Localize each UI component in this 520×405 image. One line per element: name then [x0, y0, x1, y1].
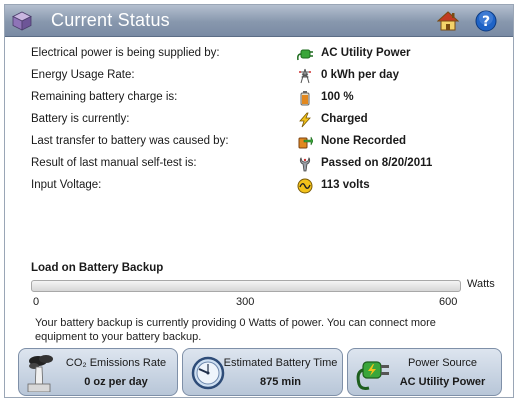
- status-value: 100 %: [321, 91, 354, 103]
- load-title: Load on Battery Backup: [31, 262, 164, 274]
- lightning-icon: [299, 112, 311, 128]
- home-icon[interactable]: [437, 10, 459, 32]
- load-tick-max: 600: [439, 296, 458, 308]
- load-tick-min: 0: [33, 296, 40, 308]
- load-unit: Watts: [467, 278, 495, 290]
- plug-icon: [297, 49, 313, 61]
- voltage-icon: [297, 178, 313, 194]
- status-value: Charged: [321, 113, 368, 125]
- co2-emissions-card[interactable]: CO₂ Emissions Rate 0 oz per day: [18, 348, 178, 396]
- status-label: Input Voltage:: [31, 179, 102, 191]
- power-source-card[interactable]: Power Source AC Utility Power: [347, 348, 502, 396]
- card-title: Estimated Battery Time: [223, 357, 338, 369]
- card-title: CO₂ Emissions Rate: [65, 357, 167, 369]
- status-label: Electrical power is being supplied by:: [31, 47, 220, 59]
- load-tick-mid: 300: [236, 296, 255, 308]
- battery-time-card[interactable]: Estimated Battery Time 875 min: [182, 348, 343, 396]
- help-icon[interactable]: ?: [475, 10, 497, 32]
- card-value: AC Utility Power: [399, 376, 486, 388]
- status-value: 0 kWh per day: [321, 69, 399, 81]
- status-row-energy-usage: Energy Usage Rate: 0 kWh per day: [31, 67, 501, 89]
- status-label: Remaining battery charge is:: [31, 91, 178, 103]
- header-bar: Current Status ?: [5, 5, 513, 37]
- status-label: Result of last manual self-test is:: [31, 157, 197, 169]
- card-value: 0 oz per day: [84, 376, 148, 388]
- status-row-battery-charge: Remaining battery charge is: 100 %: [31, 89, 501, 111]
- power-tower-icon: [299, 68, 311, 84]
- page-title: Current Status: [51, 10, 170, 30]
- status-row-self-test: Result of last manual self-test is: Pass…: [31, 155, 501, 177]
- status-row-power-source: Electrical power is being supplied by: A…: [31, 45, 501, 67]
- status-label: Last transfer to battery was caused by:: [31, 135, 229, 147]
- status-value: None Recorded: [321, 135, 406, 147]
- status-value: AC Utility Power: [321, 47, 411, 59]
- status-value: Passed on 8/20/2011: [321, 157, 433, 169]
- clock-icon: [191, 356, 225, 390]
- status-window: Current Status ? Electrical power is bei…: [4, 4, 514, 398]
- plug-icon: [356, 361, 389, 390]
- wrench-icon: [299, 157, 311, 172]
- factory-smoke-icon: [27, 355, 53, 392]
- status-row-input-voltage: Input Voltage: 113 volts: [31, 177, 501, 199]
- card-title: Power Source: [407, 357, 478, 369]
- load-bar: [31, 280, 461, 292]
- load-message: Your battery backup is currently providi…: [35, 317, 436, 343]
- status-list: Electrical power is being supplied by: A…: [31, 45, 501, 199]
- status-row-battery-state: Battery is currently: Charged: [31, 111, 501, 133]
- cube-icon: [12, 11, 32, 31]
- transfer-icon: [298, 136, 313, 149]
- status-value: 113 volts: [321, 179, 370, 191]
- battery-icon: [300, 91, 310, 106]
- status-label: Energy Usage Rate:: [31, 69, 135, 81]
- status-label: Battery is currently:: [31, 113, 130, 125]
- status-row-last-transfer: Last transfer to battery was caused by: …: [31, 133, 501, 155]
- card-value: 875 min: [260, 376, 301, 388]
- svg-text:?: ?: [482, 14, 490, 30]
